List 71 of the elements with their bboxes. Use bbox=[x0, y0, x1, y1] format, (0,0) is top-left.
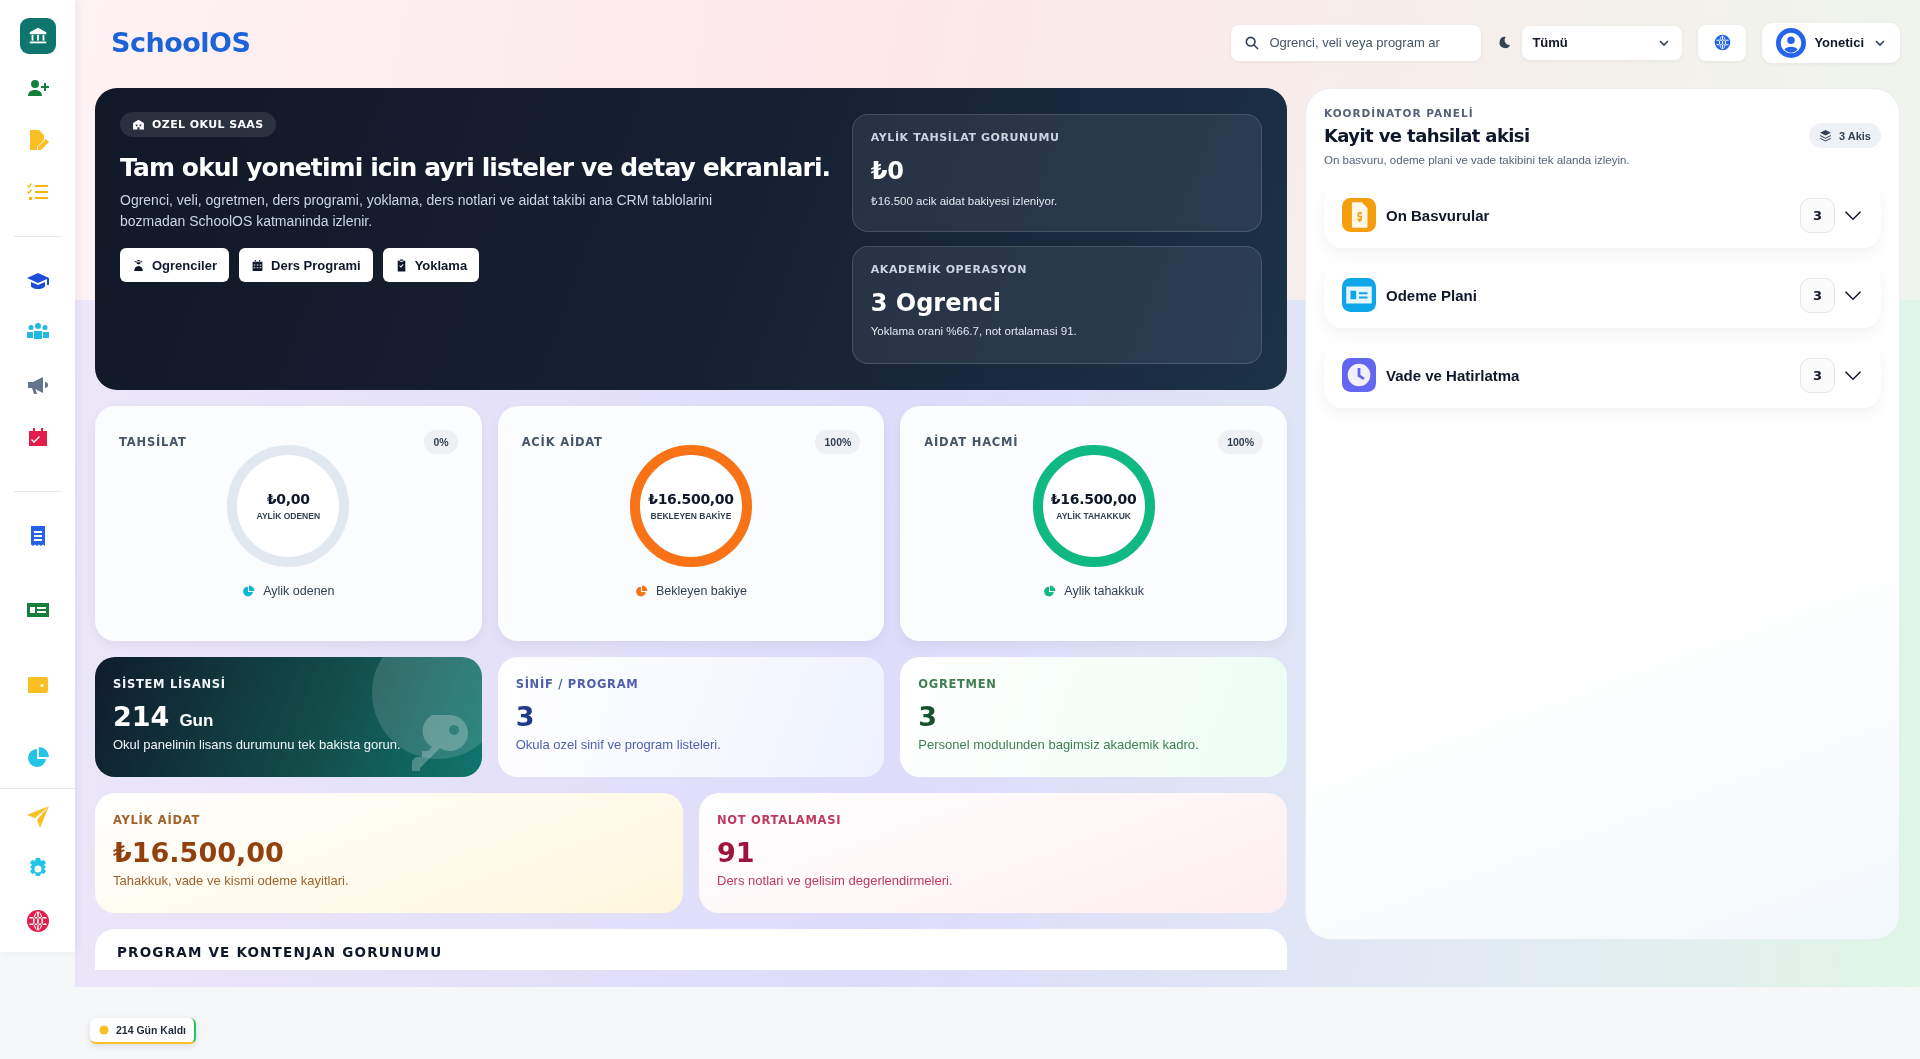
panel-title: Kayit ve tahsilat akisi bbox=[1324, 125, 1530, 146]
license-days-badge: 214 Gün Kaldı bbox=[90, 1018, 197, 1044]
flow-accordion-item[interactable]: On Basvurular 3 bbox=[1324, 182, 1881, 248]
filter-select[interactable]: Tümü bbox=[1522, 25, 1683, 60]
flow-accordion-item[interactable]: Odeme Plani 3 bbox=[1324, 262, 1881, 328]
search-icon bbox=[1244, 34, 1261, 51]
panel-subtitle: On basvuru, odeme plani ve vade takibini tek alanda izleyin. bbox=[1324, 154, 1631, 166]
ring-value: ₺0,00 bbox=[266, 491, 310, 507]
percent-badge: 0% bbox=[424, 430, 458, 454]
count-badge: 3 bbox=[1800, 277, 1835, 313]
card-value: 3 bbox=[918, 701, 938, 733]
ring-caption: AYLİK ODENEN bbox=[256, 511, 321, 521]
hero-button[interactable]: Ders Programi bbox=[239, 248, 373, 282]
user-menu[interactable]: Yonetici bbox=[1762, 22, 1900, 63]
metric-value: ₺0 bbox=[870, 157, 905, 185]
card-note: Tahakkuk, vade ve kismi odeme kayitlari. bbox=[113, 873, 349, 888]
card-note: Okul panelinin lisans durumunu tek bakista gorun. bbox=[113, 737, 401, 752]
count-badge: 3 bbox=[1800, 197, 1835, 233]
metric-note: Yoklama orani %66.7, not ortalamasi 91. bbox=[870, 325, 1077, 337]
student-icon bbox=[132, 258, 145, 272]
ring-caption: AYLİK TAHAKKUK bbox=[1056, 511, 1131, 521]
metric-value: 3 Ogrenci bbox=[870, 289, 1001, 317]
school-icon bbox=[132, 118, 145, 131]
metric-note: ₺16.500 acik aidat bakiyesi izleniyor. bbox=[870, 194, 1058, 208]
moon-icon[interactable] bbox=[1497, 35, 1513, 50]
avatar-icon bbox=[1776, 27, 1807, 58]
ring-value: ₺16.500,00 bbox=[1050, 491, 1137, 507]
card-title: AİDAT HACMİ bbox=[924, 435, 1019, 449]
card-note: Ders notlari ve gelisim degerlendirmeleri. bbox=[717, 873, 953, 888]
ring-value: ₺16.500,00 bbox=[648, 491, 734, 507]
sun-icon bbox=[98, 1024, 110, 1036]
metric-label: AKADEMİK OPERASYON bbox=[870, 263, 1028, 276]
hero-button[interactable]: Ogrenciler bbox=[120, 248, 230, 282]
card-title: SİNİF / PROGRAM bbox=[515, 677, 639, 691]
card-note: Personel modulunden bagimsiz akademik kadro. bbox=[918, 737, 1199, 752]
card-title: TAHSİLAT bbox=[119, 435, 187, 449]
sidebar-bank-icon[interactable] bbox=[19, 18, 56, 54]
legend-label: Bekleyen bakiye bbox=[655, 584, 747, 598]
language-button[interactable] bbox=[1698, 24, 1747, 61]
flow-count-badge: 3 Akis bbox=[1809, 123, 1881, 148]
card-title: AYLİK AİDAT bbox=[113, 813, 200, 827]
hero-tag: OZEL OKUL SAAS bbox=[120, 112, 276, 137]
panel-label: KOORDİNATOR PANELİ bbox=[1324, 107, 1474, 119]
card-value: 214 bbox=[113, 701, 170, 733]
key-icon bbox=[411, 715, 468, 771]
search-field[interactable]: Ogrenci, veli veya program ar bbox=[1231, 24, 1482, 61]
calendar-icon bbox=[251, 258, 265, 272]
app-logo[interactable]: SchoolOS bbox=[111, 27, 251, 58]
section-title: PROGRAM VE KONTENJAN GORUNUMU bbox=[117, 944, 443, 960]
legend-label: Aylik tahakkuk bbox=[1064, 584, 1144, 598]
card-title: OGRETMEN bbox=[918, 677, 997, 691]
hero-button[interactable]: Yoklama bbox=[382, 248, 480, 282]
flow-accordion-item[interactable]: Vade ve Hatirlatma 3 bbox=[1324, 342, 1881, 408]
hero-description: Ogrenci, veli, ogretmen, ders programi, yoklama, ders notlari ve aidat takibi ana CRM tablolarini bozmadan SchoolOS katmaninda izlenir. bbox=[120, 191, 714, 231]
percent-badge: 100% bbox=[815, 430, 861, 454]
card-title: ACİK AİDAT bbox=[521, 435, 603, 449]
count-badge: 3 bbox=[1800, 357, 1835, 393]
card-value: 91 bbox=[717, 837, 755, 869]
layers-icon bbox=[1819, 129, 1832, 142]
globe-icon bbox=[1713, 34, 1731, 51]
card-title: NOT ORTALAMASI bbox=[717, 813, 842, 827]
card-value: 3 bbox=[515, 701, 535, 733]
metric-label: AYLİK TAHSİLAT GORUNUMU bbox=[870, 131, 1060, 144]
hero-title: Tam okul yonetimi icin ayri listeler ve detay ekranlari. bbox=[120, 153, 832, 182]
card-title: SİSTEM LİSANSİ bbox=[113, 677, 226, 691]
ring-caption: BEKLEYEN BAKİYE bbox=[650, 511, 732, 521]
card-note: Okula ozel sinif ve program listeleri. bbox=[515, 737, 721, 752]
card-unit: Gun bbox=[179, 711, 214, 731]
legend-label: Aylik odenen bbox=[263, 584, 335, 598]
card-value: ₺16.500,00 bbox=[113, 837, 284, 869]
percent-badge: 100% bbox=[1218, 430, 1263, 454]
